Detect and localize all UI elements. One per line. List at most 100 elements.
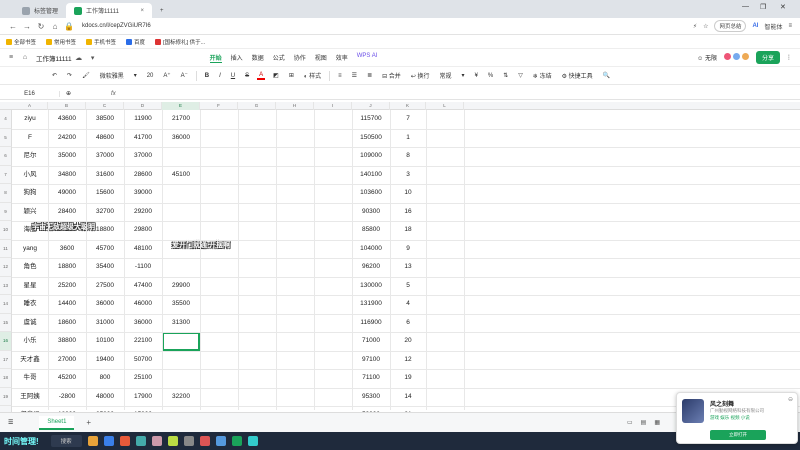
column-header-j[interactable]: J	[352, 102, 390, 110]
app-icon[interactable]	[103, 436, 114, 446]
cell-d14[interactable]: 46000	[124, 295, 162, 313]
cell-c12[interactable]: 35400	[86, 258, 124, 276]
row-header[interactable]: 14	[0, 295, 12, 314]
cell-a9[interactable]: 颖兴	[12, 203, 48, 221]
cell-j15[interactable]: 116900	[352, 314, 390, 332]
fill-color-icon[interactable]: ◩	[271, 72, 281, 79]
align-left-icon[interactable]: ≡	[336, 73, 344, 79]
maximize-icon[interactable]: ❐	[760, 3, 766, 11]
cell-e13[interactable]: 29900	[162, 277, 200, 295]
star-icon[interactable]: ☆	[703, 23, 708, 30]
filter-icon[interactable]: ▽	[516, 72, 525, 79]
cell-j17[interactable]: 97100	[352, 351, 390, 369]
cell-k14[interactable]: 4	[390, 295, 426, 313]
browser-tab-workbook[interactable]: 工作簿11111 ×	[66, 3, 153, 18]
cell-j11[interactable]: 104000	[352, 240, 390, 258]
column-header-d[interactable]: D	[124, 102, 162, 110]
percent-icon[interactable]: %	[486, 73, 495, 79]
row-header[interactable]: 5	[0, 128, 12, 147]
increase-font-icon[interactable]: A⁺	[161, 72, 172, 79]
cell-d6[interactable]: 37000	[124, 147, 162, 165]
sheet-list-icon[interactable]: ☰	[8, 419, 13, 426]
cell-b16[interactable]: 38800	[48, 332, 86, 350]
cell-j14[interactable]: 131900	[352, 295, 390, 313]
cell-d7[interactable]: 28600	[124, 166, 162, 184]
cell-a14[interactable]: 睡衣	[12, 295, 48, 313]
cell-a5[interactable]: F	[12, 129, 48, 147]
cell-c9[interactable]: 32700	[86, 203, 124, 221]
cell-k9[interactable]: 16	[390, 203, 426, 221]
bold-button[interactable]: B	[203, 73, 211, 79]
row-header[interactable]: 9	[0, 202, 12, 221]
menu-insert[interactable]: 插入	[231, 53, 243, 63]
back-icon[interactable]: ←	[6, 22, 20, 31]
cell-b4[interactable]: 43600	[48, 110, 86, 128]
chevron-down-icon[interactable]: ▾	[86, 54, 100, 62]
bookmark-common[interactable]: 常用书签	[46, 38, 76, 46]
menu-home[interactable]: 开始	[209, 53, 222, 63]
cell-k11[interactable]: 9	[390, 240, 426, 258]
cell-b18[interactable]: 45200	[48, 369, 86, 387]
cell-j16[interactable]: 71000	[352, 332, 390, 350]
cell-e18[interactable]	[162, 369, 200, 387]
cell-d10[interactable]: 29800	[124, 221, 162, 239]
column-header-h[interactable]: H	[276, 102, 314, 110]
cell-k8[interactable]: 10	[390, 184, 426, 202]
cell-c14[interactable]: 36000	[86, 295, 124, 313]
cell-k6[interactable]: 8	[390, 147, 426, 165]
cell-j9[interactable]: 90300	[352, 203, 390, 221]
row-header[interactable]: 8	[0, 184, 12, 203]
cell-a18[interactable]: 牛哥	[12, 369, 48, 387]
cell-b17[interactable]: 27000	[48, 351, 86, 369]
cell-d15[interactable]: 36000	[124, 314, 162, 332]
bookmark-all[interactable]: 全部书签	[6, 38, 36, 46]
align-right-icon[interactable]: ≣	[365, 72, 374, 79]
reload-icon[interactable]: ↻	[34, 22, 48, 31]
cell-k4[interactable]: 7	[390, 110, 426, 128]
cell-d13[interactable]: 47400	[124, 277, 162, 295]
cell-e10[interactable]	[162, 221, 200, 239]
cell-c17[interactable]: 19400	[86, 351, 124, 369]
cell-d8[interactable]: 39000	[124, 184, 162, 202]
chevron-down-icon[interactable]: ▾	[132, 72, 139, 79]
row-header[interactable]: 18	[0, 369, 12, 388]
row-header[interactable]: 16	[0, 332, 12, 351]
app-icon[interactable]	[151, 436, 162, 446]
url-input[interactable]: kdocs.cn/l/cepZVGiUR7I6	[82, 23, 151, 29]
number-format-select[interactable]: 常规	[438, 71, 454, 80]
row-header[interactable]: 15	[0, 313, 12, 332]
close-icon[interactable]: ⊖	[788, 396, 793, 403]
cell-a16[interactable]: 小乐	[12, 332, 48, 350]
cell-d9[interactable]: 29200	[124, 203, 162, 221]
menu-view[interactable]: 视图	[315, 53, 327, 63]
row-header[interactable]: 13	[0, 276, 12, 295]
app-icon[interactable]	[87, 436, 98, 446]
cell-j8[interactable]: 103600	[352, 184, 390, 202]
cell-k7[interactable]: 3	[390, 166, 426, 184]
cell-b5[interactable]: 24200	[48, 129, 86, 147]
merge-button[interactable]: ⊟ 合并	[380, 71, 403, 80]
align-center-icon[interactable]: ☰	[350, 72, 359, 79]
chevron-down-icon[interactable]: ▾	[460, 72, 467, 79]
row-header[interactable]: 4	[0, 110, 12, 129]
column-header-a[interactable]: A	[12, 102, 48, 110]
close-window-icon[interactable]: ✕	[780, 3, 786, 11]
cell-e17[interactable]	[162, 351, 200, 369]
cell-d5[interactable]: 41700	[124, 129, 162, 147]
cell-b6[interactable]: 35000	[48, 147, 86, 165]
cell-j19[interactable]: 95300	[352, 388, 390, 406]
cell-d18[interactable]: 25100	[124, 369, 162, 387]
bookmark-baidu[interactable]: 百度	[126, 38, 145, 46]
collaborator-avatars[interactable]	[722, 52, 750, 63]
fx-icon[interactable]: fx	[111, 91, 116, 97]
cell-e19[interactable]: 32200	[162, 388, 200, 406]
format-painter-icon[interactable]: 🖌	[80, 72, 92, 79]
menu-wps-ai[interactable]: WPS AI	[357, 53, 378, 63]
cell-j13[interactable]: 130000	[352, 277, 390, 295]
wrap-button[interactable]: ↩ 换行	[409, 71, 432, 80]
cell-c13[interactable]: 27500	[86, 277, 124, 295]
cell-j4[interactable]: 115700	[352, 110, 390, 128]
lightning-icon[interactable]: ⚡	[693, 23, 697, 30]
font-color-button[interactable]: A	[257, 72, 266, 80]
bookmark-mobile[interactable]: 手机书签	[86, 38, 116, 46]
